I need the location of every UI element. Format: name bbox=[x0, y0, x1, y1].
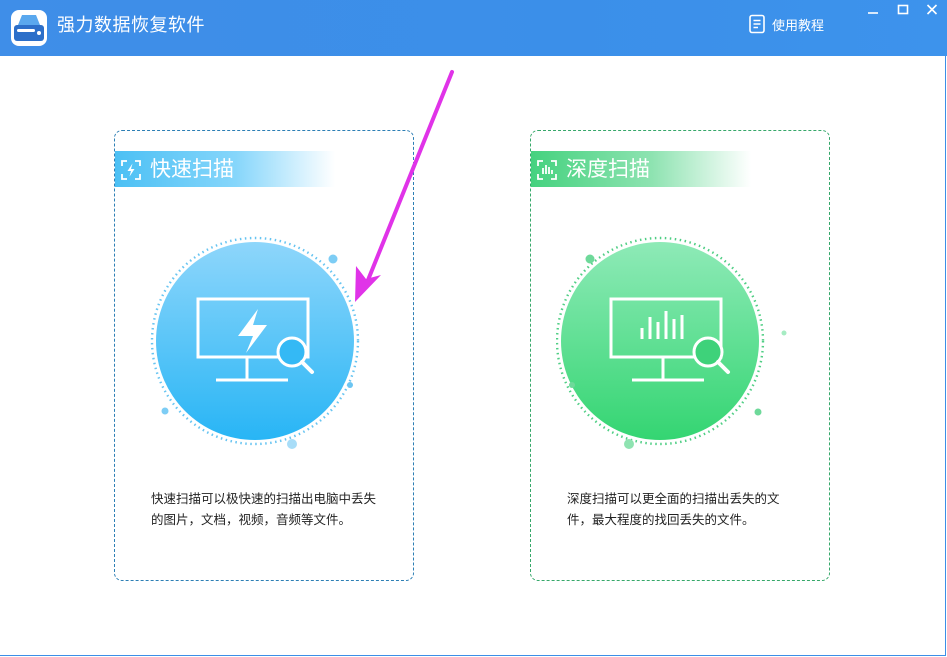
quick-scan-description: 快速扫描可以极快速的扫描出电脑中丢失的图片，文档，视频，音频等文件。 bbox=[151, 491, 377, 527]
tutorial-document-icon bbox=[749, 14, 765, 34]
deep-scan-description: 深度扫描可以更全面的扫描出丢失的文件，最大程度的找回丢失的文件。 bbox=[567, 491, 780, 527]
quick-scan-icon bbox=[121, 160, 141, 180]
deep-scan-header: 深度扫描 bbox=[531, 151, 751, 187]
title-bar: 强力数据恢复软件 使用教程 bbox=[0, 0, 947, 56]
close-icon bbox=[926, 4, 938, 15]
monitor-bars-magnifier-icon bbox=[556, 236, 787, 449]
quick-scan-title: 快速扫描 bbox=[150, 157, 234, 181]
minimize-button[interactable] bbox=[860, 0, 886, 20]
deep-scan-title: 深度扫描 bbox=[566, 157, 650, 181]
maximize-icon bbox=[897, 4, 909, 15]
monitor-lightning-magnifier-icon bbox=[150, 236, 360, 449]
app-logo-icon bbox=[11, 10, 47, 46]
app-title: 强力数据恢复软件 bbox=[57, 15, 205, 36]
minimize-icon bbox=[868, 12, 878, 14]
help-tutorial-link[interactable]: 使用教程 bbox=[748, 12, 824, 36]
deep-scan-card[interactable]: 深度扫描 深度扫描可以更全面的扫描出丢失的文件，最大程度的找回丢失的文件。 bbox=[530, 130, 830, 581]
quick-scan-card[interactable]: 快速扫描 快速扫描可以极快速的扫描出电脑中丢失的图片，文档，视频，音频等文件。 bbox=[114, 130, 414, 581]
quick-scan-header: 快速扫描 bbox=[115, 151, 335, 187]
maximize-button[interactable] bbox=[890, 0, 916, 20]
help-tutorial-label: 使用教程 bbox=[772, 18, 825, 34]
close-button[interactable] bbox=[919, 0, 945, 20]
deep-scan-icon bbox=[537, 160, 557, 180]
